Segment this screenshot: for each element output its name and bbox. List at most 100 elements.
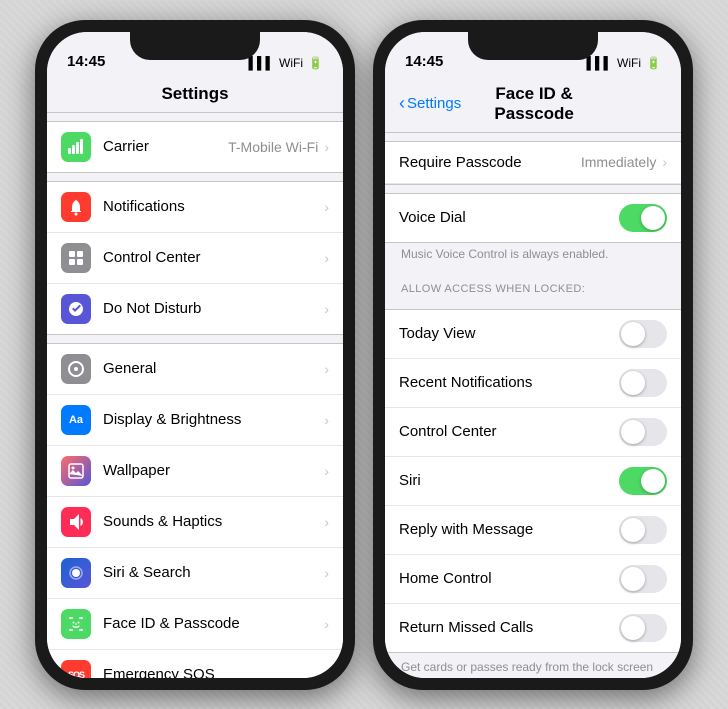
faceid-label: Face ID & Passcode [103,615,324,632]
missed-calls-toggle-thumb [621,616,645,640]
require-passcode-row[interactable]: Require Passcode Immediately › [385,142,681,184]
siri-locked-label: Siri [399,472,619,489]
home-control-toggle-thumb [621,567,645,591]
battery-icon-right: 🔋 [646,56,661,70]
locked-section: Today View Recent Notifications Control … [385,309,681,653]
emergency-row[interactable]: SOS Emergency SOS › [47,650,343,678]
wallpaper-label: Wallpaper [103,462,324,479]
left-nav-title: Settings [161,84,228,103]
wallpaper-row[interactable]: Wallpaper › [47,446,343,497]
right-settings-scroll[interactable]: Require Passcode Immediately › Voice Dia… [385,133,681,678]
display-chevron: › [324,412,329,428]
voice-dial-label: Voice Dial [399,209,619,226]
battery-icon: 🔋 [308,56,323,70]
passes-note: Get cards or passes ready from the lock … [385,653,681,678]
sounds-row[interactable]: Sounds & Haptics › [47,497,343,548]
back-button[interactable]: ‹ Settings [399,93,461,114]
missed-calls-toggle[interactable] [619,614,667,642]
voice-dial-note: Music Voice Control is always enabled. [385,243,681,269]
dnd-row[interactable]: Do Not Disturb › [47,284,343,334]
siri-label: Siri & Search [103,564,324,581]
right-screen: 14:45 ▌▌▌ WiFi 🔋 ‹ Settings Face ID & Pa… [385,32,681,678]
general-icon [61,354,91,384]
siri-row[interactable]: Siri & Search › [47,548,343,599]
wifi-icon: WiFi [279,56,303,70]
faceid-row[interactable]: Face ID & Passcode › [47,599,343,650]
control-center-toggle-thumb [621,420,645,444]
general-chevron: › [324,361,329,377]
sounds-label: Sounds & Haptics [103,513,324,530]
control-center-locked-row[interactable]: Control Center [385,408,681,457]
back-label[interactable]: Settings [407,95,461,112]
signal-icon: ▌▌▌ [249,56,275,70]
left-screen: 14:45 ▌▌▌ WiFi 🔋 Settings [47,32,343,678]
voice-dial-toggle-thumb [641,206,665,230]
reply-message-toggle[interactable] [619,516,667,544]
left-phone: 14:45 ▌▌▌ WiFi 🔋 Settings [35,20,355,690]
notifications-chevron: › [324,199,329,215]
faceid-icon [61,609,91,639]
back-chevron-icon: ‹ [399,93,405,114]
require-passcode-label: Require Passcode [399,154,581,171]
siri-toggle-thumb [641,469,665,493]
right-phone: 14:45 ▌▌▌ WiFi 🔋 ‹ Settings Face ID & Pa… [373,20,693,690]
faceid-chevron: › [324,616,329,632]
home-control-row[interactable]: Home Control [385,555,681,604]
sounds-chevron: › [324,514,329,530]
home-control-label: Home Control [399,570,619,587]
control-center-toggle[interactable] [619,418,667,446]
left-nav-header: Settings [47,76,343,113]
siri-locked-row[interactable]: Siri [385,457,681,506]
right-notch [468,32,598,60]
dnd-label: Do Not Disturb [103,300,324,317]
sounds-icon [61,507,91,537]
locked-section-header: ALLOW ACCESS WHEN LOCKED: [385,269,681,301]
voice-dial-row[interactable]: Voice Dial [385,194,681,242]
reply-message-label: Reply with Message [399,521,619,538]
time-left: 14:45 [67,53,105,70]
carrier-row[interactable]: Carrier T-Mobile Wi-Fi › [47,122,343,172]
recent-notif-toggle[interactable] [619,369,667,397]
notifications-row[interactable]: Notifications › [47,182,343,233]
siri-chevron: › [324,565,329,581]
display-label: Display & Brightness [103,411,324,428]
carrier-section: Carrier T-Mobile Wi-Fi › [47,121,343,173]
display-row[interactable]: Aa Display & Brightness › [47,395,343,446]
dnd-chevron: › [324,301,329,317]
settings-list[interactable]: Carrier T-Mobile Wi-Fi › Notifications › [47,113,343,678]
emergency-label: Emergency SOS [103,666,324,678]
control-center-row[interactable]: Control Center › [47,233,343,284]
time-right: 14:45 [405,53,443,70]
siri-toggle[interactable] [619,467,667,495]
wallpaper-icon [61,456,91,486]
right-nav-header: ‹ Settings Face ID & Passcode [385,76,681,133]
notch [130,32,260,60]
reply-message-row[interactable]: Reply with Message [385,506,681,555]
emergency-chevron: › [324,667,329,678]
general-label: General [103,360,324,377]
control-center-chevron: › [324,250,329,266]
voice-dial-toggle[interactable] [619,204,667,232]
recent-notif-row[interactable]: Recent Notifications [385,359,681,408]
emergency-icon: SOS [61,660,91,678]
carrier-icon [61,132,91,162]
require-passcode-section: Require Passcode Immediately › [385,141,681,185]
home-control-toggle[interactable] [619,565,667,593]
recent-notif-label: Recent Notifications [399,374,619,391]
section3: General › Aa Display & Brightness › [47,343,343,678]
carrier-value: T-Mobile Wi-Fi [228,139,318,155]
general-row[interactable]: General › [47,344,343,395]
control-center-locked-label: Control Center [399,423,619,440]
missed-calls-row[interactable]: Return Missed Calls [385,604,681,652]
voice-dial-section: Voice Dial [385,193,681,243]
require-passcode-value: Immediately [581,154,656,170]
today-view-row[interactable]: Today View [385,310,681,359]
reply-message-toggle-thumb [621,518,645,542]
control-center-label: Control Center [103,249,324,266]
carrier-chevron: › [324,139,329,155]
display-icon: Aa [61,405,91,435]
require-passcode-chevron: › [662,154,667,170]
today-view-toggle[interactable] [619,320,667,348]
notifications-icon [61,192,91,222]
signal-icon-right: ▌▌▌ [587,56,613,70]
